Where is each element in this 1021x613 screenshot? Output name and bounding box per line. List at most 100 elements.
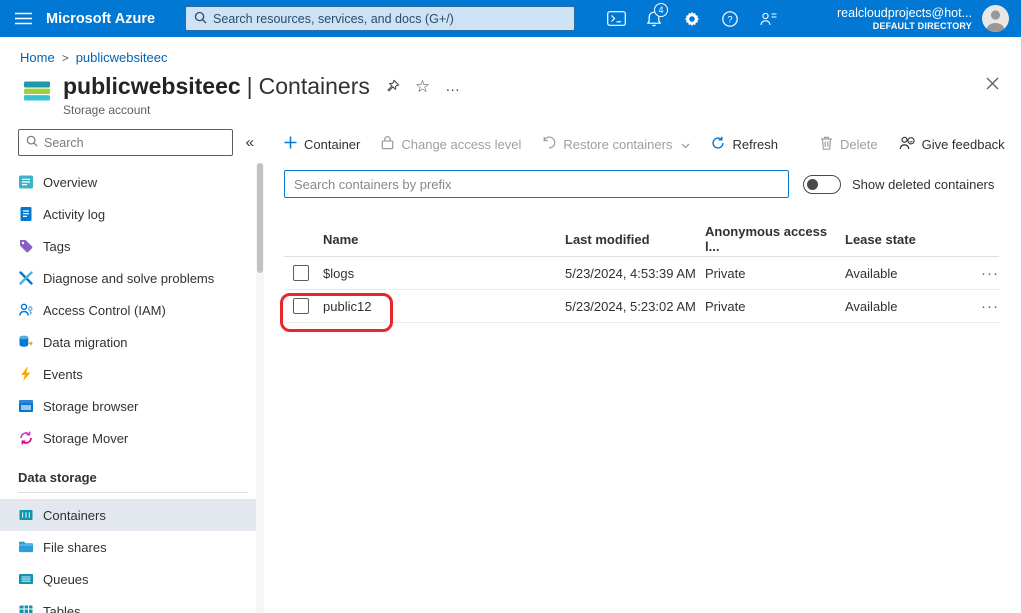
table-row-logs[interactable]: $logs 5/23/2024, 4:53:39 AM Private Avai… <box>284 257 999 290</box>
notification-badge: 4 <box>654 3 669 17</box>
collapse-menu-icon[interactable]: « <box>242 134 258 151</box>
header-anonymous-access: Anonymous access l... <box>705 224 828 254</box>
add-icon <box>284 136 297 152</box>
tags-icon <box>18 238 34 254</box>
restore-containers-button[interactable]: Restore containers <box>542 136 690 152</box>
row-checkbox[interactable] <box>293 265 309 281</box>
lock-icon <box>381 135 394 153</box>
show-deleted-toggle[interactable] <box>803 174 841 194</box>
blade-header: publicwebsiteec | Containers ☆ … Storage a… <box>0 65 1021 117</box>
chevron-down-icon <box>681 137 690 152</box>
cell-last-modified: 5/23/2024, 4:53:39 AM <box>565 265 696 281</box>
trash-icon <box>820 136 833 153</box>
group-divider <box>18 492 248 493</box>
data-migration-icon <box>18 334 34 350</box>
events-lightning-icon <box>18 366 34 382</box>
sidebar-item-overview[interactable]: Overview <box>0 166 256 198</box>
group-heading-data-storage: Data storage <box>18 470 97 485</box>
container-name-link[interactable]: public12 <box>323 299 565 314</box>
restore-icon <box>542 136 556 152</box>
header-name: Name <box>323 231 359 247</box>
menu-search[interactable] <box>18 129 233 156</box>
account-menu[interactable]: realcloudprojects@hot... DEFAULT DIRECTO… <box>837 6 972 32</box>
breadcrumb-current-link[interactable]: publicwebsiteec <box>76 50 168 65</box>
sidebar-scrollbar[interactable] <box>256 163 264 613</box>
sidebar-item-diagnose[interactable]: Diagnose and solve problems <box>0 262 256 294</box>
more-options-icon[interactable]: … <box>445 79 461 94</box>
sidebar-item-queues[interactable]: Queues <box>0 563 256 595</box>
feedback-icon[interactable] <box>749 0 787 37</box>
add-container-button[interactable]: Container <box>284 136 360 152</box>
cell-anonymous-access: Private <box>705 298 746 314</box>
sidebar-item-activity-log[interactable]: Activity log <box>0 198 256 230</box>
delete-button[interactable]: Delete <box>820 136 878 153</box>
storage-mover-icon <box>18 430 34 446</box>
command-bar: Container Change access level Restore co… <box>284 127 1005 161</box>
activity-log-icon <box>18 206 34 222</box>
containers-table: Name Last modified Anonymous access l...… <box>284 222 999 323</box>
sidebar-item-file-shares[interactable]: File shares <box>0 531 256 563</box>
table-row-public12[interactable]: public12 5/23/2024, 5:23:02 AM Private A… <box>284 290 999 323</box>
sidebar-item-access-control[interactable]: Access Control (IAM) <box>0 294 256 326</box>
global-search-input[interactable] <box>213 11 567 26</box>
sidebar-item-storage-browser[interactable]: Storage browser <box>0 390 256 422</box>
access-control-icon <box>18 302 34 318</box>
hamburger-menu-icon[interactable] <box>0 0 46 37</box>
settings-gear-icon[interactable] <box>673 0 711 37</box>
sidebar-item-storage-mover[interactable]: Storage Mover <box>0 422 256 454</box>
sidebar-item-tags[interactable]: Tags <box>0 230 256 262</box>
close-blade-icon[interactable] <box>986 77 999 93</box>
sidebar-item-containers[interactable]: Containers <box>0 499 256 531</box>
sidebar-scrollbar-thumb[interactable] <box>257 163 263 273</box>
breadcrumb-home-link[interactable]: Home <box>20 50 55 65</box>
sidebar-item-data-migration[interactable]: Data migration <box>0 326 256 358</box>
account-directory: DEFAULT DIRECTORY <box>872 20 972 31</box>
global-search[interactable] <box>185 6 576 31</box>
tables-icon <box>18 603 34 613</box>
containers-blade: Container Change access level Restore co… <box>264 127 1021 613</box>
blade-subtitle: Storage account <box>63 103 151 117</box>
notifications-bell-icon[interactable]: 4 <box>635 0 673 37</box>
change-access-level-button[interactable]: Change access level <box>381 135 521 153</box>
show-deleted-label: Show deleted containers <box>852 176 995 192</box>
sidebar-item-events[interactable]: Events <box>0 358 256 390</box>
breadcrumb-separator: > <box>61 51 69 65</box>
cell-lease-state: Available <box>845 298 898 314</box>
storage-browser-icon <box>18 398 34 414</box>
sidebar-item-tables[interactable]: Tables <box>0 595 256 613</box>
pin-icon[interactable] <box>385 79 400 94</box>
svg-text:?: ? <box>727 14 732 25</box>
container-name-link[interactable]: $logs <box>323 266 565 281</box>
cell-last-modified: 5/23/2024, 5:23:02 AM <box>565 298 696 314</box>
favorite-star-icon[interactable]: ☆ <box>415 78 430 95</box>
cell-anonymous-access: Private <box>705 265 746 281</box>
azure-topbar: Microsoft Azure 4 ? realcloudprojects@ho… <box>0 0 1021 37</box>
content-area: « Overview Activity log Tags Diagnose an… <box>0 127 1021 613</box>
header-last-modified: Last modified <box>565 231 650 247</box>
table-header-row: Name Last modified Anonymous access l...… <box>284 222 999 257</box>
row-more-menu-icon[interactable]: ··· <box>957 265 999 282</box>
menu-search-input[interactable] <box>44 135 225 150</box>
cell-lease-state: Available <box>845 265 898 281</box>
cloud-shell-icon[interactable] <box>597 0 635 37</box>
search-icon <box>194 11 207 27</box>
refresh-icon <box>711 136 725 153</box>
row-more-menu-icon[interactable]: ··· <box>957 298 999 315</box>
row-checkbox[interactable] <box>293 298 309 314</box>
help-icon[interactable]: ? <box>711 0 749 37</box>
azure-brand-link[interactable]: Microsoft Azure <box>46 11 155 27</box>
filter-row: Show deleted containers <box>284 170 999 198</box>
give-feedback-button[interactable]: Give feedback <box>899 136 1005 153</box>
container-prefix-search-input[interactable] <box>284 170 789 198</box>
file-shares-icon <box>18 539 34 555</box>
refresh-button[interactable]: Refresh <box>711 136 778 153</box>
resource-menu: « Overview Activity log Tags Diagnose an… <box>0 127 264 613</box>
topbar-icons: 4 ? <box>597 0 787 37</box>
search-icon <box>26 135 38 150</box>
account-email: realcloudprojects@hot... <box>837 5 972 20</box>
queues-icon <box>18 571 34 587</box>
containers-icon <box>18 507 34 523</box>
page-title: publicwebsiteec | Containers <box>63 73 370 99</box>
header-lease-state: Lease state <box>845 231 916 247</box>
avatar[interactable] <box>982 5 1009 32</box>
